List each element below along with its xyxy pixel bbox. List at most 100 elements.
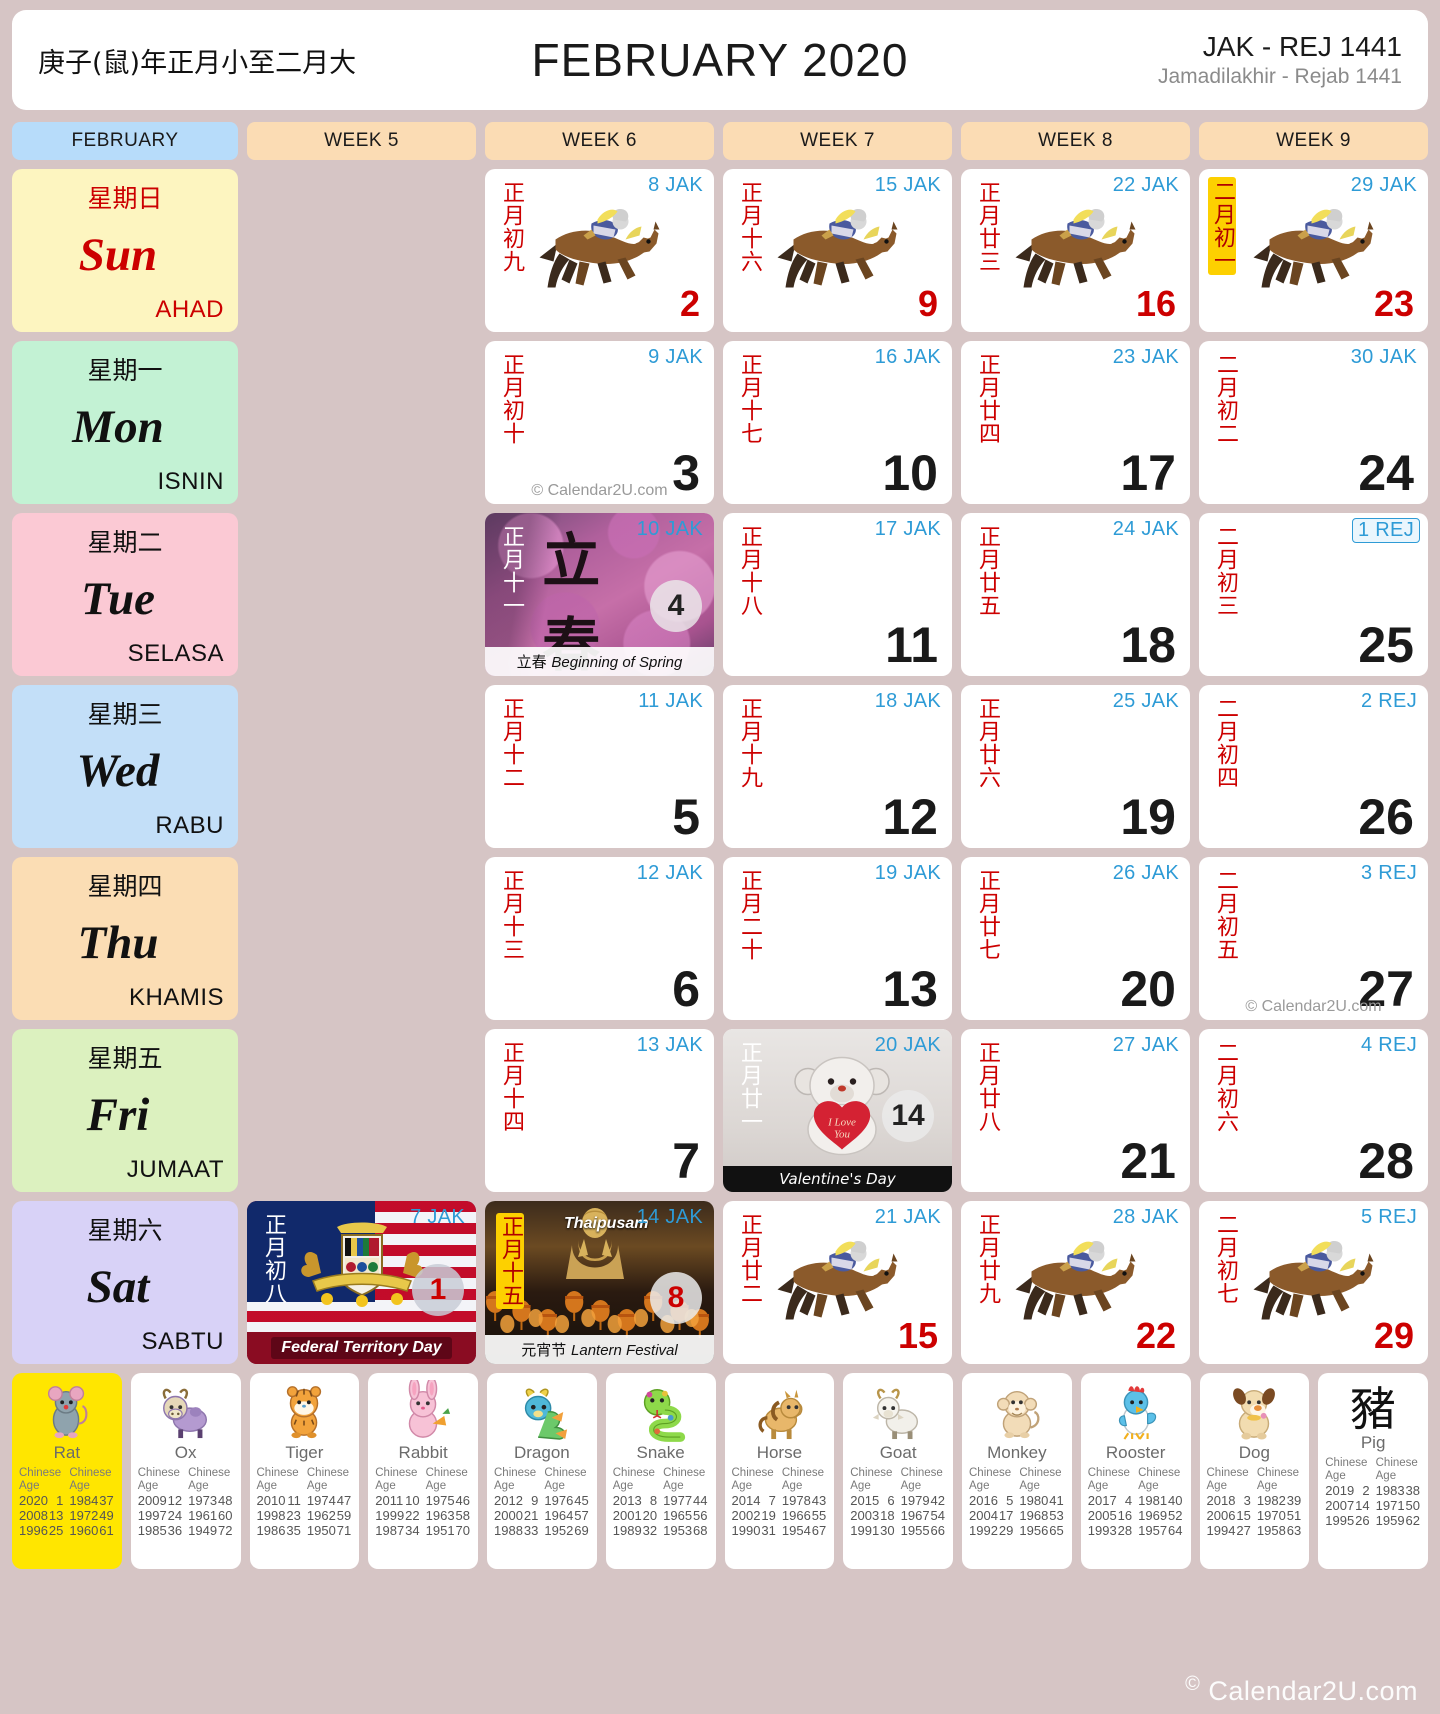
date-cell-empty (247, 169, 476, 332)
zodiac-year-row: 1985 36 (138, 1523, 184, 1538)
date-cell-6[interactable]: 12 JAK 正月十三 6 (485, 857, 714, 1020)
zodiac-name: Horse (756, 1443, 803, 1462)
zodiac-year: 1988 (494, 1523, 523, 1539)
date-cell-26[interactable]: 2 REJ 二月初四 26 (1199, 685, 1428, 848)
event-label: Federal Territory Day (247, 1332, 476, 1364)
date-cell-12[interactable]: 18 JAK 正月十九 12 (723, 685, 952, 848)
date-cell-5[interactable]: 11 JAK 正月十二 5 (485, 685, 714, 848)
lunar-date: 正月廿九 (975, 1213, 1000, 1305)
zodiac-age: 43 (811, 1492, 827, 1508)
weekday-malay: AHAD (155, 296, 224, 323)
lunar-date: 正月十三 (499, 869, 524, 961)
zodiac-age: 15 (1236, 1508, 1251, 1524)
zodiac-card-rat[interactable]: Rat Chinese Age 2020 1 2008 13 1996 25 Chinese Age… (12, 1373, 122, 1569)
zodiac-age-col-left: Chinese Age 2018 3 2006 15 1994 27 (1207, 1467, 1253, 1539)
hijri-date: 23 JAK (1112, 346, 1179, 368)
zodiac-year: 1993 (1087, 1523, 1117, 1539)
zodiac-year: 2016 (969, 1492, 998, 1508)
zodiac-card-dragon[interactable]: Dragon Chinese Age 2012 9 2000 21 1988 33 Chinese… (487, 1373, 597, 1569)
weekday-malay: ISNIN (157, 468, 224, 495)
zodiac-card-horse[interactable]: Horse Chinese Age 2014 7 2002 19 1990 31 Chinese A… (724, 1373, 835, 1569)
zodiac-year: 1970 (1256, 1508, 1286, 1524)
date-cell-2[interactable]: 8 JAK 正月初九 2 (485, 169, 714, 332)
zodiac-year-row: 1974 47 (307, 1493, 353, 1508)
date-cell-28[interactable]: 4 REJ 二月初六 28 (1199, 1029, 1428, 1192)
zodiac-year: 2019 (1325, 1482, 1355, 1498)
zodiac-age-col-right: Chinese Age 1984 37 1972 49 1960 61 (69, 1467, 115, 1539)
weekday-english: Sun (78, 229, 158, 281)
zodiac-card-goat[interactable]: Goat Chinese Age 2015 6 2003 18 1991 30 Chinese Ag… (843, 1373, 953, 1569)
date-cell-23[interactable]: 29 JAK 二月初一 23 (1199, 169, 1428, 332)
zodiac-year-row: 2007 14 (1325, 1498, 1371, 1513)
lunar-date: 二月初七 (1213, 1213, 1238, 1305)
zodiac-age: 62 (1405, 1513, 1420, 1529)
weekday-cell-sun: 星期日 Sun AHAD (12, 169, 238, 332)
calendar-header: 庚子(鼠)年正月小至二月大 FEBRUARY 2020 JAK - REJ 14… (12, 10, 1428, 110)
zodiac-card-ox[interactable]: Ox Chinese Age 2009 12 1997 24 1985 36 Chinese Age… (130, 1373, 241, 1569)
weekday-chinese: 星期三 (87, 700, 163, 729)
date-cell-1[interactable]: 7 JAK 正月初八 1 Federal Territory Day (247, 1201, 476, 1364)
zodiac-age: 33 (523, 1523, 539, 1539)
lunar-date: 二月初二 (1213, 353, 1238, 445)
day-number: 16 (1135, 283, 1176, 324)
weekday-malay: SABTU (141, 1328, 224, 1355)
date-cell-9[interactable]: 15 JAK 正月十六 9 (723, 169, 952, 332)
zodiac-card-rabbit[interactable]: Rabbit Chinese Age 2011 10 1999 22 1987 34 Chines… (368, 1373, 478, 1569)
date-cell-16[interactable]: 22 JAK 正月廿三 16 (961, 169, 1190, 332)
horse-racing-icon (1015, 1241, 1135, 1320)
date-cell-24[interactable]: 30 JAK 二月初二 24 (1199, 341, 1428, 504)
date-cell-19[interactable]: 25 JAK 正月廿六 19 (961, 685, 1190, 848)
zodiac-pig-glyph: 豬 (1350, 1382, 1397, 1436)
zodiac-card-monkey[interactable]: Monkey Chinese Age 2016 5 2004 17 1992 29 Chinese… (962, 1373, 1072, 1569)
day-number: 10 (882, 445, 938, 501)
date-cell-3[interactable]: 9 JAK 正月初十 3 © Calendar2U.com (485, 341, 714, 504)
zodiac-year-row: 1996 25 (19, 1523, 65, 1538)
zodiac-year-row: 1995 26 (1325, 1513, 1371, 1528)
date-cell-29[interactable]: 5 REJ 二月初七 29 (1199, 1201, 1428, 1364)
date-cell-7[interactable]: 13 JAK 正月十四 7 (485, 1029, 714, 1192)
date-cell-21[interactable]: 27 JAK 正月廿八 21 (961, 1029, 1190, 1192)
date-cell-25[interactable]: 1 REJ 二月初三 25 (1199, 513, 1428, 676)
date-cell-18[interactable]: 24 JAK 正月廿五 18 (961, 513, 1190, 676)
zodiac-col-header: Chinese Age (188, 1467, 231, 1492)
zodiac-col-header: Chinese Age (1325, 1457, 1368, 1482)
zodiac-year-row: 1987 34 (375, 1523, 421, 1538)
zodiac-year-row: 1983 38 (1376, 1483, 1422, 1498)
zodiac-card-dog[interactable]: Dog Chinese Age 2018 3 2006 15 1994 27 Chinese Age… (1199, 1373, 1310, 1569)
date-cell-27[interactable]: 3 REJ 二月初五 27 © Calendar2U.com (1199, 857, 1428, 1020)
date-cell-13[interactable]: 19 JAK 正月二十 13 (723, 857, 952, 1020)
date-cell-15[interactable]: 21 JAK 正月廿二 15 (723, 1201, 952, 1364)
weekday-chinese: 星期日 (87, 184, 163, 213)
zodiac-card-snake[interactable]: Snake Chinese Age 2013 8 2001 20 1989 32 Chinese A… (605, 1373, 716, 1569)
zodiac-card-rooster[interactable]: Rooster Chinese Age 2017 4 2005 16 1993 28 Chines… (1080, 1373, 1191, 1569)
lunar-date: 正月十一 (499, 525, 524, 617)
date-cell-14[interactable]: I Love You 20 JAK 正月廿一 14 Valentine's Day (723, 1029, 952, 1192)
zodiac-year-row: 1953 68 (663, 1523, 709, 1538)
date-cell-11[interactable]: 17 JAK 正月十八 11 (723, 513, 952, 676)
lunar-date: 正月十五 (496, 1213, 524, 1309)
month-chip: FEBRUARY (12, 122, 238, 160)
date-cell-4[interactable]: 立春 10 JAK 正月十一 4 立春 Beginning of Spring (485, 513, 714, 676)
zodiac-year: 2017 (1087, 1492, 1117, 1508)
zodiac-year: 2006 (1206, 1508, 1236, 1524)
day-number: 14 (882, 1090, 934, 1142)
date-cell-17[interactable]: 23 JAK 正月廿四 17 (961, 341, 1190, 504)
zodiac-age-table: Chinese Age 2015 6 2003 18 1991 30 Chinese Age 197… (843, 1463, 953, 1539)
zodiac-rabbit-icon (408, 1380, 451, 1438)
zodiac-card-pig[interactable]: 豬 Pig Chinese Age 2019 2 2007 14 1995 26 Chinese Ag… (1318, 1373, 1428, 1569)
day-number: 1 (412, 1264, 464, 1316)
zodiac-year-row: 1966 55 (782, 1508, 828, 1523)
date-cell-8[interactable]: Thaipusam 14 JAK 正月十五 8 元宵节 Lantern Festival (485, 1201, 714, 1364)
zodiac-card-tiger[interactable]: Tiger Chinese Age 2010 11 1998 23 1986 35 Chinese… (249, 1373, 360, 1569)
zodiac-name: Ox (174, 1443, 197, 1462)
zodiac-age: 25 (48, 1523, 64, 1539)
date-cell-10[interactable]: 16 JAK 正月十七 10 (723, 341, 952, 504)
zodiac-age: 60 (218, 1508, 233, 1524)
date-cell-22[interactable]: 28 JAK 正月廿九 22 (961, 1201, 1190, 1364)
lunar-date: 正月十七 (737, 353, 762, 445)
zodiac-horse-icon (758, 1389, 803, 1440)
week-chip-9: WEEK 9 (1199, 122, 1428, 160)
week-header-row: FEBRUARY WEEK 5 WEEK 6 WEEK 7 WEEK 8 WEE… (12, 122, 1428, 160)
weekday-chinese: 星期六 (87, 1216, 163, 1245)
date-cell-20[interactable]: 26 JAK 正月廿七 20 (961, 857, 1190, 1020)
